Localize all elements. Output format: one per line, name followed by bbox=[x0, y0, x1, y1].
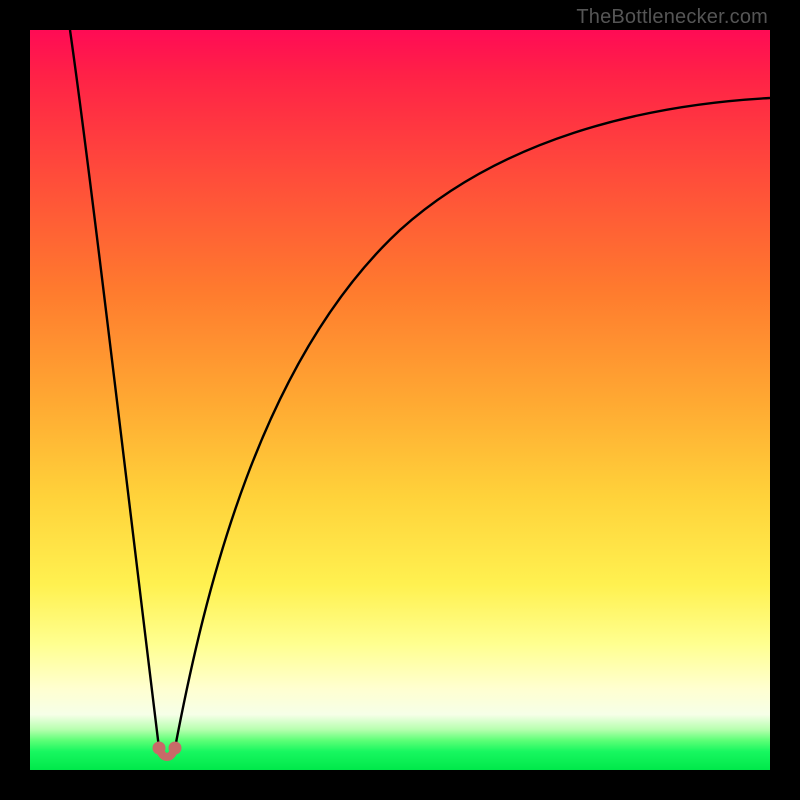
valley-marker bbox=[153, 742, 182, 758]
curve-right-branch bbox=[175, 98, 770, 748]
plot-area bbox=[30, 30, 770, 770]
curve-left-branch bbox=[70, 30, 159, 748]
chart-frame: TheBottlenecker.com bbox=[0, 0, 800, 800]
watermark-text: TheBottlenecker.com bbox=[576, 6, 768, 29]
chart-svg bbox=[30, 30, 770, 770]
